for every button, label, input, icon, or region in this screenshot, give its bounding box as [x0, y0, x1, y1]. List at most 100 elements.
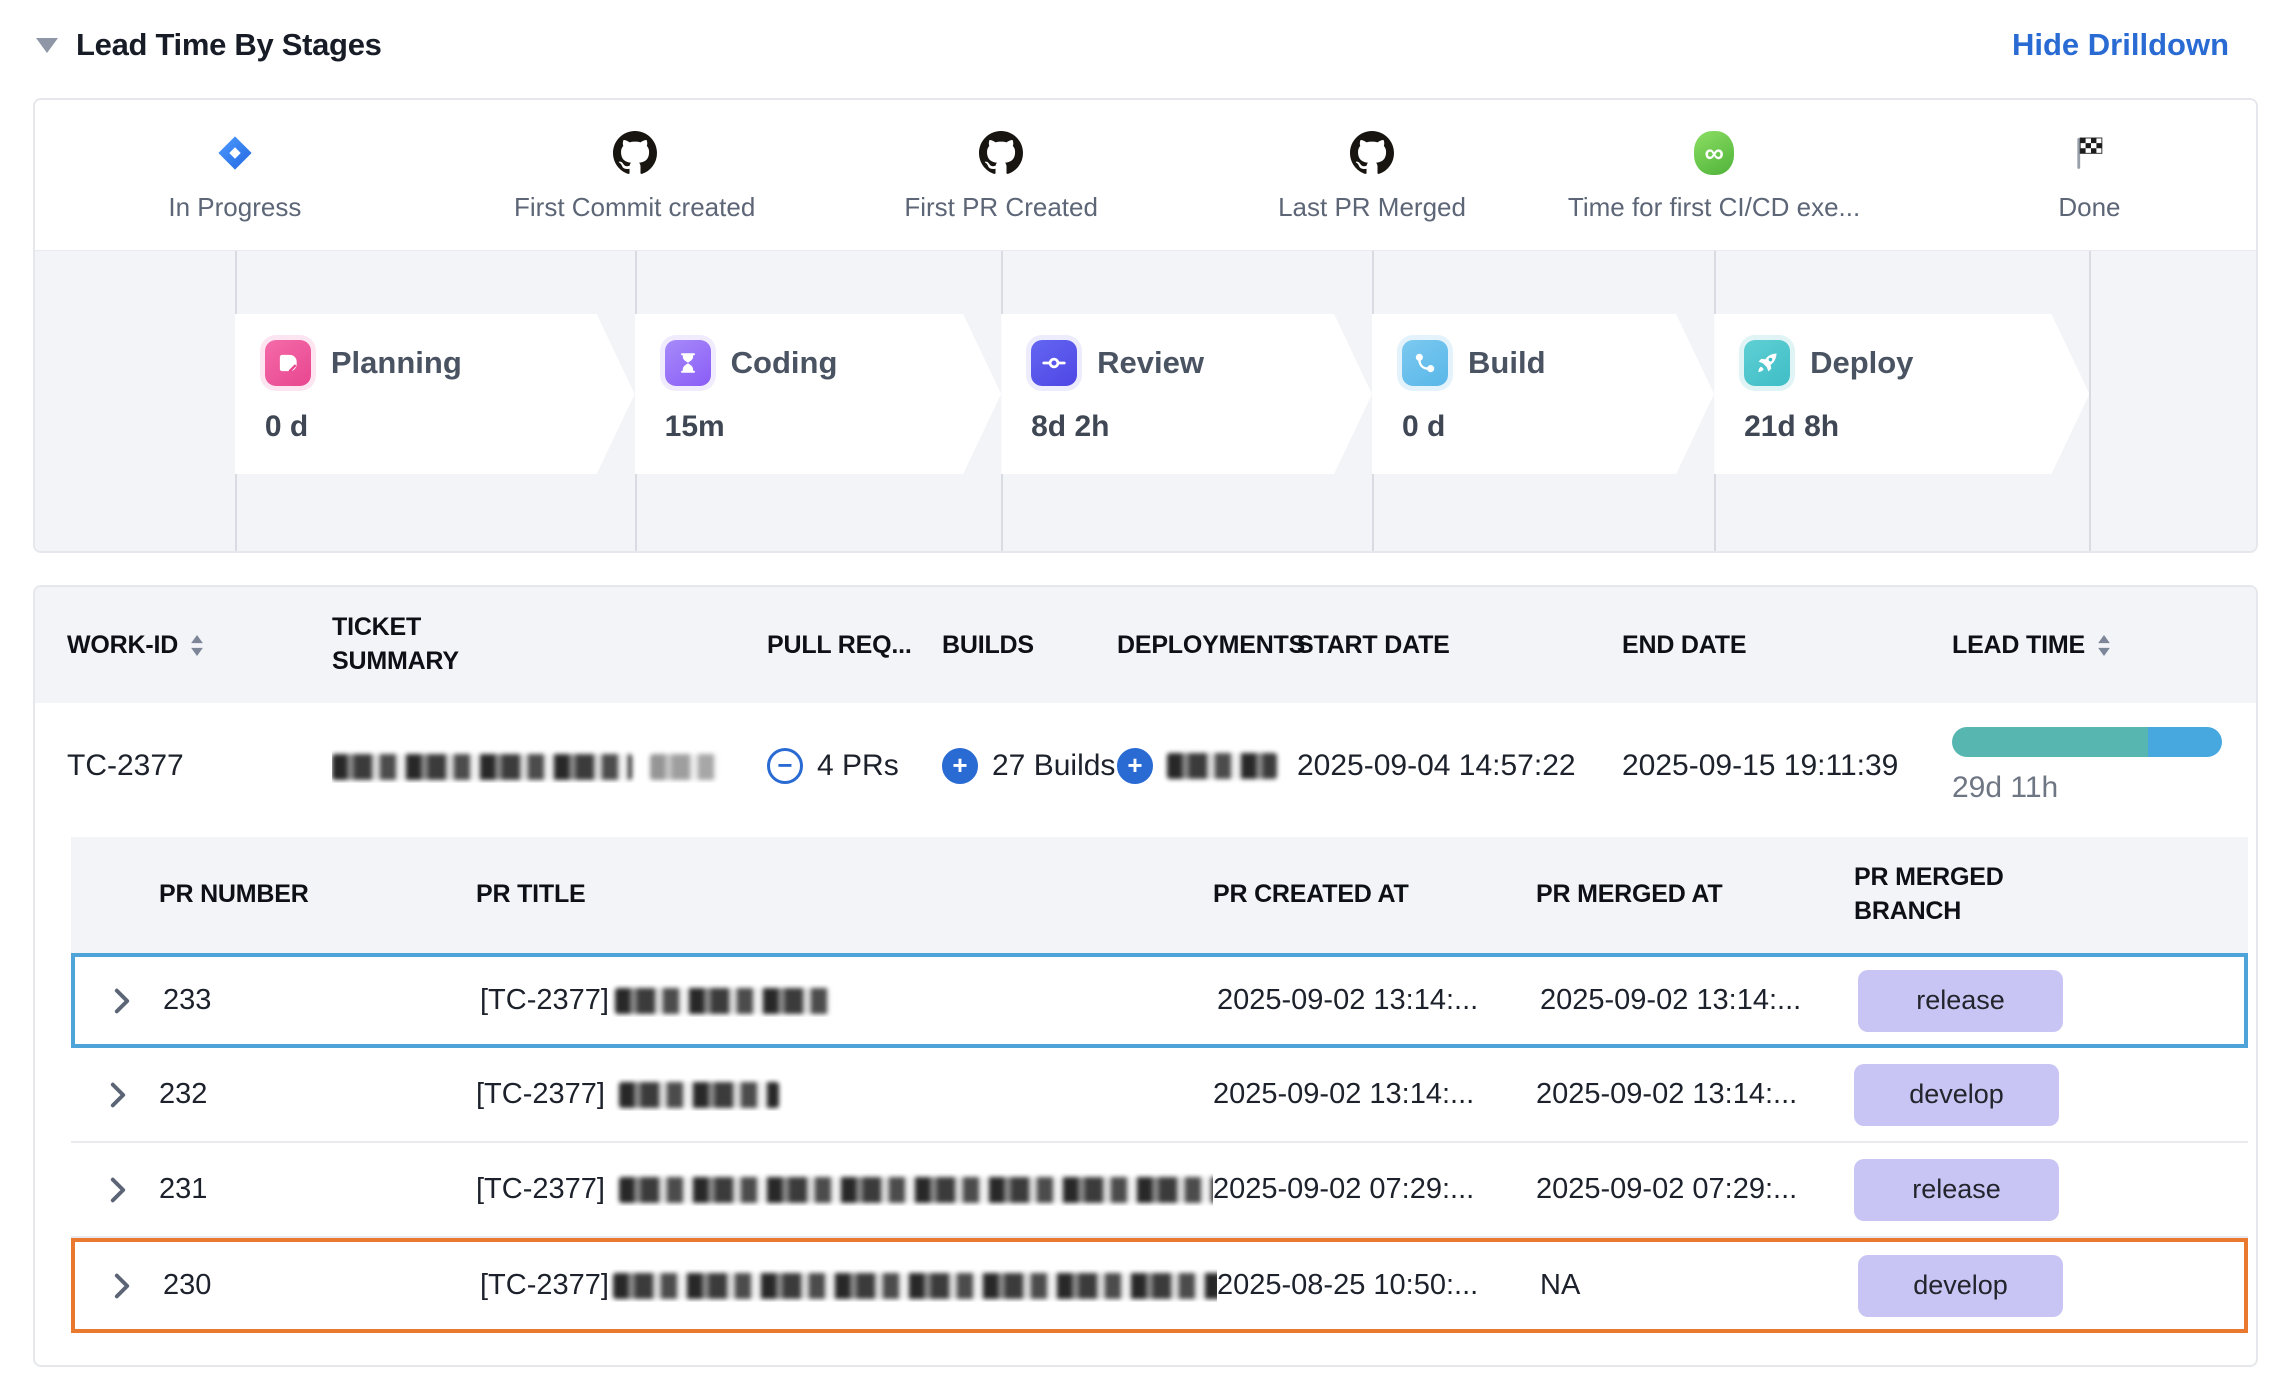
sort-icon[interactable] [190, 635, 204, 656]
branch-badge: release [1858, 970, 2063, 1032]
deployments-redacted [1167, 753, 1277, 779]
column-header-deployments: DEPLOYMENTS [1117, 631, 1297, 660]
checkered-flag-icon [2069, 122, 2109, 184]
expand-builds-icon[interactable]: + [942, 748, 978, 784]
builds-count: 27 Builds [992, 749, 1115, 783]
sort-icon[interactable] [2097, 635, 2111, 656]
pr-row-231[interactable]: 231 [TC-2377] ... 2025-09-02 07:29:... 2… [71, 1143, 2248, 1238]
pr-drilldown-table: PR NUMBER PR TITLE PR CREATED AT PR MERG… [71, 837, 2248, 1333]
note-icon [265, 340, 311, 386]
stage-planning: Planning 0 d [235, 314, 635, 474]
stage-duration: 15m [665, 410, 1001, 444]
stage-duration: 0 d [265, 410, 635, 444]
lead-time-cell: 29d 11h [1952, 727, 2256, 805]
expand-row-chevron-icon[interactable] [107, 1177, 129, 1203]
column-header-pr-number: PR NUMBER [71, 878, 476, 912]
deployments-cell: + [1117, 748, 1297, 784]
lead-time-bar [1952, 727, 2222, 757]
stage-duration: 0 d [1402, 410, 1714, 444]
pr-number: 233 [163, 984, 211, 1017]
pr-title: [TC-2377] [480, 984, 1217, 1017]
column-header-pull-requests: PULL REQ... [767, 631, 942, 660]
commit-icon [1031, 340, 1077, 386]
github-icon [613, 122, 657, 184]
collapse-triangle-icon[interactable] [36, 38, 58, 53]
expand-row-chevron-icon[interactable] [107, 1082, 129, 1108]
pr-merged-at: 2025-09-02 13:14:... [1536, 1078, 1854, 1111]
expand-deployments-icon[interactable]: + [1117, 748, 1153, 784]
pr-merged-at: NA [1540, 1269, 1858, 1302]
pr-title: [TC-2377] [476, 1078, 1213, 1111]
page-title: Lead Time By Stages [76, 27, 382, 63]
pr-number: 230 [163, 1269, 211, 1302]
github-icon [979, 122, 1023, 184]
work-table-header: WORK-ID TICKET SUMMARY PULL REQ... BUILD… [35, 587, 2256, 703]
stage-name: Planning [331, 345, 462, 381]
milestone-label: In Progress [168, 192, 301, 223]
milestone-done: Done [1879, 122, 2258, 223]
pr-row-232[interactable]: 232 [TC-2377] 2025-09-02 13:14:... 2025-… [71, 1048, 2248, 1143]
milestone-label: Done [2058, 192, 2120, 223]
stages-track: Planning 0 d Coding 15m [35, 250, 2256, 552]
milestone-cicd: ∞ Time for first CI/CD exe... [1504, 122, 1924, 223]
github-icon [1350, 122, 1394, 184]
pr-merged-at: 2025-09-02 13:14:... [1540, 984, 1858, 1017]
column-header-work-id: WORK-ID [67, 631, 332, 660]
stage-name: Deploy [1810, 345, 1913, 381]
stage-deploy: Deploy 21d 8h [1714, 314, 2089, 474]
milestone-label: First Commit created [514, 192, 755, 223]
pr-created-at: 2025-09-02 13:14:... [1213, 1078, 1536, 1111]
rocket-icon [1744, 340, 1790, 386]
collapse-prs-icon[interactable]: − [767, 748, 803, 784]
milestone-in-progress: In Progress [33, 122, 445, 223]
stage-name: Build [1468, 345, 1546, 381]
column-header-lead-time: LEAD TIME [1952, 631, 2256, 660]
stage-coding: Coding 15m [635, 314, 1001, 474]
lead-bar-segment-blue [2148, 727, 2222, 757]
pr-number: 231 [159, 1173, 207, 1206]
column-header-pr-title: PR TITLE [476, 878, 1213, 912]
expand-row-chevron-icon[interactable] [111, 988, 133, 1014]
hourglass-icon [665, 340, 711, 386]
stage-duration: 8d 2h [1031, 410, 1372, 444]
column-header-pr-merged-branch: PR MERGED BRANCH [1854, 861, 2248, 929]
stages-panel: In Progress First Commit created First P… [33, 98, 2258, 553]
jira-icon [216, 122, 254, 184]
pr-table-header: PR NUMBER PR TITLE PR CREATED AT PR MERG… [71, 837, 2248, 953]
branch-badge: release [1854, 1159, 2059, 1221]
column-header-builds: BUILDS [942, 631, 1117, 660]
expand-row-chevron-icon[interactable] [111, 1273, 133, 1299]
pr-row-230[interactable]: 230 [TC-2377] ... 2025-08-25 10:50:... N… [71, 1238, 2248, 1333]
column-header-pr-created-at: PR CREATED AT [1213, 878, 1536, 912]
stage-review: Review 8d 2h [1001, 314, 1372, 474]
milestone-label: Time for first CI/CD exe... [1568, 192, 1860, 223]
stage-name: Review [1097, 345, 1204, 381]
hide-drilldown-link[interactable]: Hide Drilldown [2012, 27, 2229, 63]
stage-duration: 21d 8h [1744, 410, 2089, 444]
ticket-summary-redacted [332, 749, 767, 783]
track-divider [2089, 251, 2091, 552]
page-header: Lead Time By Stages Hide Drilldown [0, 0, 2291, 72]
lead-bar-segment-teal [1952, 727, 2148, 757]
column-header-end-date: END DATE [1622, 631, 1952, 660]
work-table-panel: WORK-ID TICKET SUMMARY PULL REQ... BUILD… [33, 585, 2258, 1367]
pr-created-at: 2025-08-25 10:50:... [1217, 1269, 1540, 1302]
pr-row-233[interactable]: 233 [TC-2377] 2025-09-02 13:14:... 2025-… [71, 953, 2248, 1048]
branch-badge: develop [1858, 1255, 2063, 1317]
pr-created-at: 2025-09-02 13:14:... [1217, 984, 1540, 1017]
branch-badge: develop [1854, 1064, 2059, 1126]
milestones-row: In Progress First Commit created First P… [35, 100, 2256, 250]
start-date-value: 2025-09-04 14:57:22 [1297, 749, 1622, 783]
lead-time-drilldown-screen: Lead Time By Stages Hide Drilldown In Pr… [0, 0, 2291, 1376]
pr-title: [TC-2377] ... [480, 1269, 1217, 1302]
pr-title: [TC-2377] ... [476, 1173, 1213, 1206]
pull-requests-cell: − 4 PRs [767, 748, 942, 784]
milestone-label: Last PR Merged [1278, 192, 1466, 223]
work-table-row[interactable]: TC-2377 − 4 PRs + 27 Builds + 2025-09-04… [35, 703, 2256, 829]
branch-icon [1402, 340, 1448, 386]
stage-build: Build 0 d [1372, 314, 1714, 474]
lead-time-value: 29d 11h [1952, 771, 2256, 805]
work-id-value: TC-2377 [67, 749, 332, 783]
cicd-infinity-icon: ∞ [1694, 122, 1734, 184]
stage-name: Coding [731, 345, 838, 381]
